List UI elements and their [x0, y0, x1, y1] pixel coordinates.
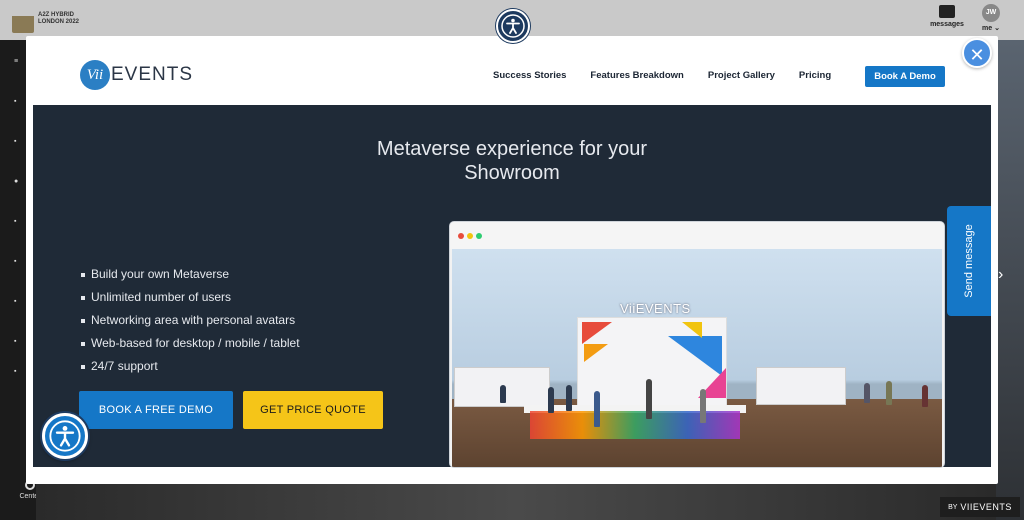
avatar-figure — [646, 379, 652, 419]
avatar-figure — [500, 385, 506, 403]
window-maximize-dot — [476, 233, 482, 239]
book-demo-button[interactable]: Book A Demo — [865, 66, 945, 87]
background-scene-bottom — [36, 484, 996, 520]
event-logo-graphic — [12, 5, 34, 33]
event-logo[interactable]: A2Z HYBRID LONDON 2022 — [12, 4, 102, 34]
hero-title-line2: Showroom — [464, 162, 560, 184]
nav-link-success-stories[interactable]: Success Stories — [493, 70, 566, 81]
hero-section: Metaverse experience for your Showroom B… — [33, 105, 991, 468]
stage-decor-2 — [584, 344, 608, 362]
get-price-quote-button[interactable]: GET PRICE QUOTE — [243, 391, 383, 429]
window-close-dot — [458, 233, 464, 239]
avatar-figure — [700, 389, 706, 423]
user-menu[interactable]: JW me ⌄ — [976, 4, 1006, 32]
avatar: JW — [982, 4, 1000, 22]
avatar-figure — [886, 381, 892, 405]
brand-word: EVENTS — [111, 64, 194, 85]
powered-by-brand: VIIEVENTS — [960, 502, 1012, 512]
brand-mark: Vii — [80, 60, 110, 90]
list-item: Networking area with personal avatars — [81, 309, 300, 332]
accessibility-icon[interactable] — [496, 9, 530, 43]
event-logo-line1: A2Z HYBRID — [38, 12, 75, 18]
stage-decor-5 — [682, 322, 702, 338]
avatar-figure — [548, 387, 554, 413]
list-item: Web-based for desktop / mobile / tablet — [81, 332, 300, 355]
feature-list: Build your own Metaverse Unlimited numbe… — [81, 263, 300, 378]
preview-logo: ViiEVENTS — [620, 301, 691, 316]
chat-icon — [939, 5, 955, 18]
chevron-right-icon[interactable]: › — [998, 266, 1003, 284]
sidebar-item-3[interactable]: ▪ — [14, 138, 16, 145]
nav-link-project-gallery[interactable]: Project Gallery — [708, 70, 775, 81]
stage-decor-1 — [582, 322, 612, 344]
sidebar-item-6[interactable]: ▪ — [14, 258, 16, 265]
nav-link-features-breakdown[interactable]: Features Breakdown — [590, 70, 683, 81]
sidebar-item-7[interactable]: ▪ — [14, 298, 16, 305]
send-message-tab[interactable]: Send message — [947, 206, 991, 316]
window-minimize-dot — [467, 233, 473, 239]
counter — [530, 411, 740, 439]
powered-by-label: BY — [948, 503, 958, 511]
user-menu-label: me — [982, 25, 993, 32]
list-item: 24/7 support — [81, 355, 300, 378]
browser-bar — [450, 222, 944, 249]
avatar-figure — [864, 383, 870, 403]
sidebar-item-9[interactable]: ▪ — [14, 368, 16, 375]
showroom-preview: ViiEVENTS — [449, 221, 945, 468]
avatar-figure — [922, 385, 928, 407]
sidebar-item-2[interactable]: ▪ — [14, 98, 16, 105]
sidebar-item-5[interactable]: ▪ — [14, 218, 16, 225]
nav-link-pricing[interactable]: Pricing — [799, 70, 831, 81]
avatar-figure — [594, 391, 600, 427]
messages-button[interactable]: messages — [926, 4, 968, 28]
sidebar-item-4[interactable]: ● — [14, 178, 18, 185]
sidebar-item-1[interactable]: ≡ — [14, 58, 18, 65]
sidebar-item-8[interactable]: ▪ — [14, 338, 16, 345]
nav-links: Success Stories Features Breakdown Proje… — [493, 70, 855, 81]
hero-title-line1: Metaverse experience for your — [376, 138, 648, 160]
right-booth — [756, 367, 846, 405]
avatar-figure — [566, 385, 572, 411]
powered-by-badge[interactable]: BY VIIEVENTS — [940, 497, 1020, 517]
promo-modal: Vii EVENTS Success Stories Features Brea… — [26, 36, 998, 484]
accessibility-widget-icon[interactable] — [42, 413, 88, 459]
list-item: Build your own Metaverse — [81, 263, 300, 286]
showroom-render-image: ViiEVENTS — [452, 249, 942, 467]
book-free-demo-button[interactable]: BOOK A FREE DEMO — [79, 391, 233, 429]
close-icon[interactable]: ✕ — [962, 38, 992, 68]
event-logo-line2: LONDON 2022 — [38, 19, 80, 25]
chevron-down-icon: ⌄ — [994, 25, 1000, 32]
send-message-label: Send message — [963, 224, 975, 298]
brand-logo[interactable]: Vii EVENTS — [80, 60, 193, 90]
list-item: Unlimited number of users — [81, 286, 300, 309]
hero-title: Metaverse experience for your Showroom — [33, 137, 991, 185]
modal-nav: Vii EVENTS Success Stories Features Brea… — [26, 36, 998, 104]
messages-label: messages — [930, 21, 964, 28]
